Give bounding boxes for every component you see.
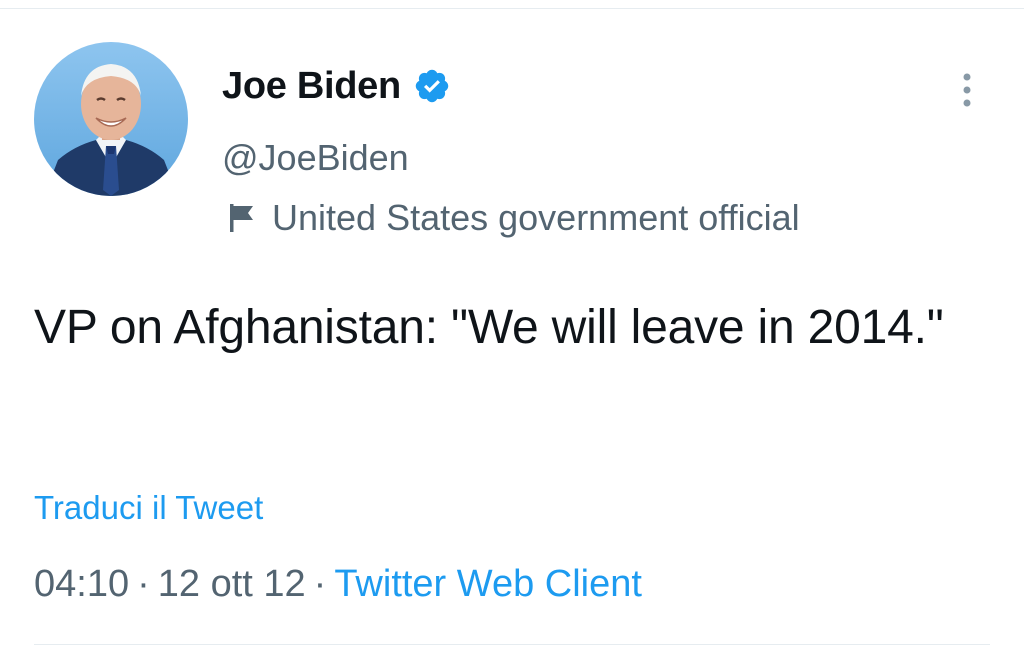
account-label-text: United States government official [272, 197, 800, 238]
tweet-date[interactable]: 12 ott 12 [158, 563, 306, 605]
username-handle[interactable]: @JoeBiden [222, 134, 409, 182]
tweet-text: VP on Afghanistan: "We will leave in 201… [34, 301, 944, 354]
tweet-time[interactable]: 04:10 [34, 563, 129, 605]
author-row: Joe Biden [222, 62, 451, 110]
meta-separator: · [313, 563, 327, 605]
verified-badge-icon [415, 69, 449, 103]
tweet-metadata: 04:10 · 12 ott 12 · Twitter Web Client [34, 558, 642, 610]
avatar[interactable] [34, 42, 188, 196]
tweet-source-link[interactable]: Twitter Web Client [334, 563, 642, 605]
avatar-image [34, 42, 188, 196]
flag-icon [230, 204, 253, 232]
meta-separator: · [137, 563, 150, 605]
display-name[interactable]: Joe Biden [222, 62, 401, 110]
top-divider [0, 0, 1024, 9]
bottom-divider [34, 644, 990, 645]
more-options-icon[interactable] [952, 70, 982, 110]
account-label: United States government official [222, 194, 800, 242]
translate-tweet-link[interactable]: Traduci il Tweet [34, 484, 263, 532]
